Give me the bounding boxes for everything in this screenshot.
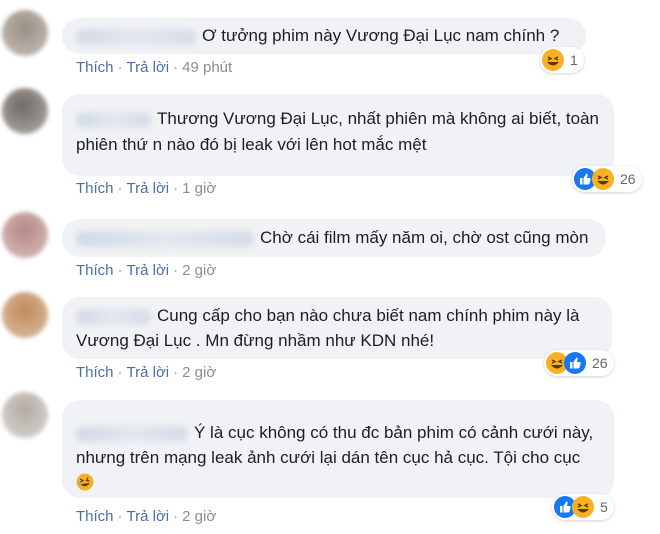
comment-text: Cung cấp cho bạn nào chưa biết nam chính…	[76, 306, 580, 350]
comment-bubble: Ý là cục không có thu đc bản phim có cản…	[62, 400, 614, 498]
like-button[interactable]: Thích	[76, 262, 114, 279]
reaction-count: 1	[570, 52, 578, 68]
comment-actions: Thích · Trả lời · 2 giờ	[76, 508, 217, 525]
comment-text: Chờ cái film mấy năm oi, chờ ost cũng mò…	[260, 228, 589, 247]
reaction-count: 5	[600, 499, 608, 515]
reaction-count: 26	[620, 171, 636, 187]
blurred-author-name[interactable]	[76, 425, 188, 442]
avatar[interactable]	[2, 212, 48, 258]
avatar[interactable]	[2, 88, 48, 134]
like-icon	[564, 352, 586, 374]
comment-time[interactable]: 49 phút	[182, 59, 232, 76]
comment-time[interactable]: 1 giờ	[182, 180, 216, 197]
like-button[interactable]: Thích	[76, 59, 114, 76]
comment-actions: Thích · Trả lời · 1 giờ	[76, 180, 217, 197]
reaction-summary[interactable]: 1	[540, 47, 584, 73]
rolling-laughing-emoji-icon	[76, 473, 94, 491]
comment-text: Ơ tưởng phim này Vương Đại Lục nam chính…	[202, 26, 560, 45]
reply-button[interactable]: Trả lời	[127, 59, 170, 76]
comment-text: Thương Vương Đại Lục, nhất phiên mà khôn…	[76, 109, 599, 154]
avatar[interactable]	[2, 292, 48, 338]
haha-icon	[572, 496, 594, 518]
comment-actions: Thích · Trả lời · 2 giờ	[76, 364, 217, 381]
comment-time[interactable]: 2 giờ	[182, 508, 216, 525]
blurred-author-name[interactable]	[76, 28, 196, 45]
reaction-count: 26	[592, 355, 608, 371]
avatar[interactable]	[2, 392, 48, 438]
like-button[interactable]: Thích	[76, 364, 114, 381]
comment-time[interactable]: 2 giờ	[182, 364, 216, 381]
like-button[interactable]: Thích	[76, 180, 114, 197]
reaction-summary[interactable]: 26	[544, 350, 614, 376]
like-button[interactable]: Thích	[76, 508, 114, 525]
avatar[interactable]	[2, 10, 48, 56]
comment-time[interactable]: 2 giờ	[182, 262, 216, 279]
reply-button[interactable]: Trả lời	[127, 262, 170, 279]
comment-actions: Thích · Trả lời · 2 giờ	[76, 262, 217, 279]
comment-bubble: Thương Vương Đại Lục, nhất phiên mà khôn…	[62, 94, 614, 176]
reaction-summary[interactable]: 5	[552, 494, 614, 520]
reply-button[interactable]: Trả lời	[127, 364, 170, 381]
comment-actions: Thích · Trả lời · 49 phút	[76, 59, 233, 76]
blurred-author-name[interactable]	[76, 230, 254, 247]
comment-bubble: Ơ tưởng phim này Vương Đại Lục nam chính…	[62, 18, 586, 54]
haha-icon	[542, 49, 564, 71]
blurred-author-name[interactable]	[76, 308, 151, 325]
haha-icon	[592, 168, 614, 190]
blurred-author-name[interactable]	[76, 111, 151, 128]
comment-bubble: Cung cấp cho bạn nào chưa biết nam chính…	[62, 297, 612, 359]
reply-button[interactable]: Trả lời	[127, 180, 170, 197]
reaction-summary[interactable]: 26	[572, 166, 642, 192]
comment-bubble: Chờ cái film mấy năm oi, chờ ost cũng mò…	[62, 219, 606, 257]
reply-button[interactable]: Trả lời	[127, 508, 170, 525]
